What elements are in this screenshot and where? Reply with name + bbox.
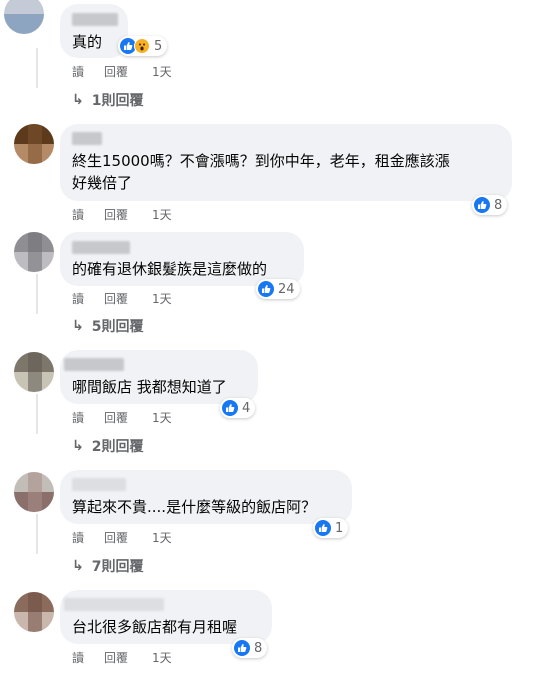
reaction-count: 5 xyxy=(154,38,163,54)
comment-text: 哪間飯店 我都想知道了 xyxy=(72,378,227,396)
wow-icon xyxy=(134,38,150,54)
comment-actions: 讀 回覆 1天 xyxy=(72,206,172,223)
timestamp[interactable]: 1天 xyxy=(152,409,172,426)
avatar[interactable] xyxy=(14,124,54,164)
author-name[interactable] xyxy=(64,358,124,371)
reply-arrow-icon: ↳ xyxy=(72,558,84,574)
reaction-summary[interactable]: 5 xyxy=(118,36,168,56)
comment-text: 終生15000嗎？不會漲嗎？到你中年，老年，租金應該漲 xyxy=(72,152,450,170)
read-link[interactable]: 讀 xyxy=(72,529,104,546)
comment-actions: 讀 回覆 1天 xyxy=(72,649,172,666)
comment-bubble: 哪間飯店 我都想知道了 xyxy=(60,350,258,404)
read-link[interactable]: 讀 xyxy=(72,409,104,426)
reaction-count: 1 xyxy=(335,520,344,536)
reaction-summary[interactable]: 8 xyxy=(232,638,268,658)
read-link[interactable]: 讀 xyxy=(72,63,104,80)
like-icon xyxy=(258,281,274,297)
thread-line xyxy=(36,274,38,314)
comment-actions: 讀 回覆 1天 xyxy=(72,63,172,80)
read-link[interactable]: 讀 xyxy=(72,649,104,666)
comment-actions: 讀 回覆 1天 xyxy=(72,529,172,546)
reply-button[interactable]: 回覆 xyxy=(104,409,152,426)
author-name[interactable] xyxy=(72,241,130,254)
reply-button[interactable]: 回覆 xyxy=(104,649,152,666)
timestamp[interactable]: 1天 xyxy=(152,206,172,223)
comment-text: 好幾倍了 xyxy=(72,174,133,192)
reply-button[interactable]: 回覆 xyxy=(104,206,152,223)
reaction-count: 24 xyxy=(278,281,295,297)
like-icon xyxy=(234,640,250,656)
replies-label: 2則回覆 xyxy=(91,439,144,455)
comment-bubble: 的確有退休銀髮族是這麼做的 xyxy=(60,232,304,286)
comment-text: 台北很多飯店都有月租喔 xyxy=(72,618,238,636)
read-link[interactable]: 讀 xyxy=(72,206,104,223)
reply-arrow-icon: ↳ xyxy=(72,318,84,334)
reply-arrow-icon: ↳ xyxy=(72,92,84,108)
replies-label: 7則回覆 xyxy=(91,559,144,575)
comment-bubble: 算起來不貴....是什麼等級的飯店阿？ xyxy=(60,470,352,524)
timestamp[interactable]: 1天 xyxy=(152,649,172,666)
reaction-count: 8 xyxy=(494,197,503,213)
comment-text: 的確有退休銀髮族是這麼做的 xyxy=(72,260,268,278)
read-link[interactable]: 讀 xyxy=(72,290,104,307)
replies-label: 1則回覆 xyxy=(91,93,144,109)
view-replies-button[interactable]: ↳ 1則回覆 xyxy=(72,90,143,110)
author-name[interactable] xyxy=(72,132,102,145)
avatar[interactable] xyxy=(14,592,54,632)
view-replies-button[interactable]: ↳ 5則回覆 xyxy=(72,316,143,336)
timestamp[interactable]: 1天 xyxy=(152,290,172,307)
view-replies-button[interactable]: ↳ 7則回覆 xyxy=(72,556,143,576)
author-name[interactable] xyxy=(72,13,118,26)
replies-label: 5則回覆 xyxy=(91,319,144,335)
view-replies-button[interactable]: ↳ 2則回覆 xyxy=(72,436,143,456)
reply-button[interactable]: 回覆 xyxy=(104,63,152,80)
reaction-count: 8 xyxy=(254,640,263,656)
reply-button[interactable]: 回覆 xyxy=(104,290,152,307)
author-name[interactable] xyxy=(64,598,164,611)
reply-button[interactable]: 回覆 xyxy=(104,529,152,546)
thread-line xyxy=(36,514,38,554)
timestamp[interactable]: 1天 xyxy=(152,63,172,80)
comment-text: 真的 xyxy=(72,33,103,51)
reaction-summary[interactable]: 1 xyxy=(313,518,349,538)
comment-bubble: 終生15000嗎？不會漲嗎？到你中年，老年，租金應該漲 好幾倍了 xyxy=(60,124,512,201)
author-name[interactable] xyxy=(72,478,126,491)
reply-arrow-icon: ↳ xyxy=(72,438,84,454)
reaction-summary[interactable]: 8 xyxy=(472,195,508,215)
comment-bubble: 台北很多飯店都有月租喔 xyxy=(60,590,272,644)
like-icon xyxy=(222,400,238,416)
avatar[interactable] xyxy=(14,352,54,392)
reaction-summary[interactable]: 24 xyxy=(256,279,300,299)
reaction-count: 4 xyxy=(242,400,251,416)
thread-line xyxy=(36,48,38,88)
like-icon xyxy=(315,520,331,536)
timestamp[interactable]: 1天 xyxy=(152,529,172,546)
avatar[interactable] xyxy=(14,232,54,272)
comment-text: 算起來不貴....是什麼等級的飯店阿？ xyxy=(72,498,317,516)
avatar[interactable] xyxy=(14,472,54,512)
comment-actions: 讀 回覆 1天 xyxy=(72,409,172,426)
reaction-summary[interactable]: 4 xyxy=(220,398,256,418)
like-icon xyxy=(474,197,490,213)
comment-actions: 讀 回覆 1天 xyxy=(72,290,172,307)
avatar[interactable] xyxy=(4,0,44,34)
thread-line xyxy=(36,394,38,434)
